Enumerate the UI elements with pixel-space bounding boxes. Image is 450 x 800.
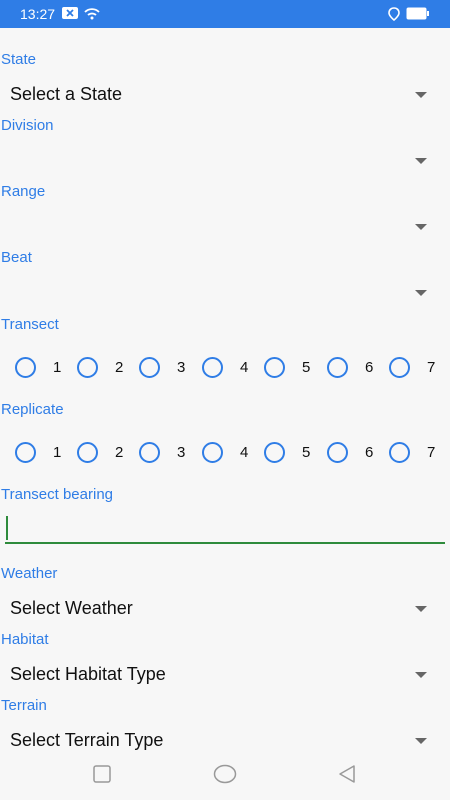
- terrain-label: Terrain: [1, 697, 47, 714]
- radio-label: 2: [115, 444, 124, 461]
- status-time: 13:27: [20, 6, 56, 22]
- replicate-label: Replicate: [1, 401, 64, 418]
- radio-label: 7: [427, 359, 436, 376]
- radio-label: 6: [365, 359, 374, 376]
- radio-label: 3: [177, 359, 186, 376]
- battery-icon: [406, 7, 429, 20]
- division-label: Division: [1, 117, 54, 134]
- location-icon: [388, 7, 400, 21]
- replicate-radio-2[interactable]: 2: [77, 440, 137, 470]
- dropdown-arrow-icon: [415, 158, 427, 164]
- radio-circle-icon: [15, 442, 36, 463]
- dropdown-arrow-icon: [415, 290, 427, 296]
- dropdown-arrow-icon: [415, 92, 427, 98]
- radio-circle-icon: [202, 357, 223, 378]
- replicate-radio-1[interactable]: 1: [15, 440, 75, 470]
- weather-label: Weather: [1, 565, 58, 582]
- habitat-select[interactable]: Select Habitat Type: [0, 658, 450, 692]
- radio-label: 1: [53, 444, 62, 461]
- habitat-label: Habitat: [1, 631, 49, 648]
- radio-label: 5: [302, 444, 311, 461]
- transect-bearing-input[interactable]: [5, 510, 445, 544]
- notification-icon: [62, 7, 78, 19]
- state-select-value: Select a State: [10, 84, 123, 104]
- radio-circle-icon: [202, 442, 223, 463]
- back-icon[interactable]: [337, 764, 357, 784]
- radio-circle-icon: [389, 357, 410, 378]
- wifi-icon: [84, 8, 100, 20]
- radio-label: 2: [115, 359, 124, 376]
- beat-label: Beat: [1, 249, 32, 266]
- radio-circle-icon: [77, 442, 98, 463]
- dropdown-arrow-icon: [415, 224, 427, 230]
- radio-circle-icon: [327, 357, 348, 378]
- radio-circle-icon: [139, 442, 160, 463]
- radio-label: 1: [53, 359, 62, 376]
- transect-radio-group: 1 2 3 4 5 6 7: [0, 355, 450, 385]
- range-select[interactable]: [0, 210, 450, 244]
- replicate-radio-6[interactable]: 6: [327, 440, 387, 470]
- state-label: State: [1, 51, 37, 68]
- replicate-radio-7[interactable]: 7: [389, 440, 449, 470]
- beat-select[interactable]: [0, 276, 450, 310]
- radio-circle-icon: [15, 357, 36, 378]
- weather-select[interactable]: Select Weather: [0, 592, 450, 626]
- radio-circle-icon: [264, 357, 285, 378]
- replicate-radio-3[interactable]: 3: [139, 440, 199, 470]
- transect-radio-1[interactable]: 1: [15, 355, 75, 385]
- radio-circle-icon: [389, 442, 410, 463]
- dropdown-arrow-icon: [415, 672, 427, 678]
- status-bar: 13:27: [0, 0, 450, 28]
- transect-radio-3[interactable]: 3: [139, 355, 199, 385]
- radio-label: 6: [365, 444, 374, 461]
- transect-radio-4[interactable]: 4: [202, 355, 262, 385]
- radio-circle-icon: [327, 442, 348, 463]
- weather-select-value: Select Weather: [10, 598, 133, 618]
- transect-radio-7[interactable]: 7: [389, 355, 449, 385]
- navigation-bar: [0, 750, 450, 800]
- dropdown-arrow-icon: [415, 738, 427, 744]
- text-cursor: [6, 516, 8, 540]
- division-select[interactable]: [0, 144, 450, 178]
- transect-radio-6[interactable]: 6: [327, 355, 387, 385]
- radio-label: 4: [240, 444, 249, 461]
- transect-label: Transect: [1, 316, 59, 333]
- radio-circle-icon: [264, 442, 285, 463]
- radio-label: 5: [302, 359, 311, 376]
- radio-circle-icon: [77, 357, 98, 378]
- state-select[interactable]: Select a State: [0, 78, 450, 112]
- range-label: Range: [1, 183, 46, 200]
- radio-label: 4: [240, 359, 249, 376]
- dropdown-arrow-icon: [415, 606, 427, 612]
- radio-circle-icon: [139, 357, 160, 378]
- habitat-select-value: Select Habitat Type: [10, 664, 166, 684]
- transect-radio-2[interactable]: 2: [77, 355, 137, 385]
- radio-label: 3: [177, 444, 186, 461]
- replicate-radio-group: 1 2 3 4 5 6 7: [0, 440, 450, 470]
- replicate-radio-4[interactable]: 4: [202, 440, 262, 470]
- replicate-radio-5[interactable]: 5: [264, 440, 324, 470]
- terrain-select-value: Select Terrain Type: [10, 730, 164, 750]
- recent-apps-icon[interactable]: [92, 764, 112, 784]
- transect-radio-5[interactable]: 5: [264, 355, 324, 385]
- home-icon[interactable]: [213, 764, 237, 784]
- transect-bearing-label: Transect bearing: [1, 486, 114, 503]
- radio-label: 7: [427, 444, 436, 461]
